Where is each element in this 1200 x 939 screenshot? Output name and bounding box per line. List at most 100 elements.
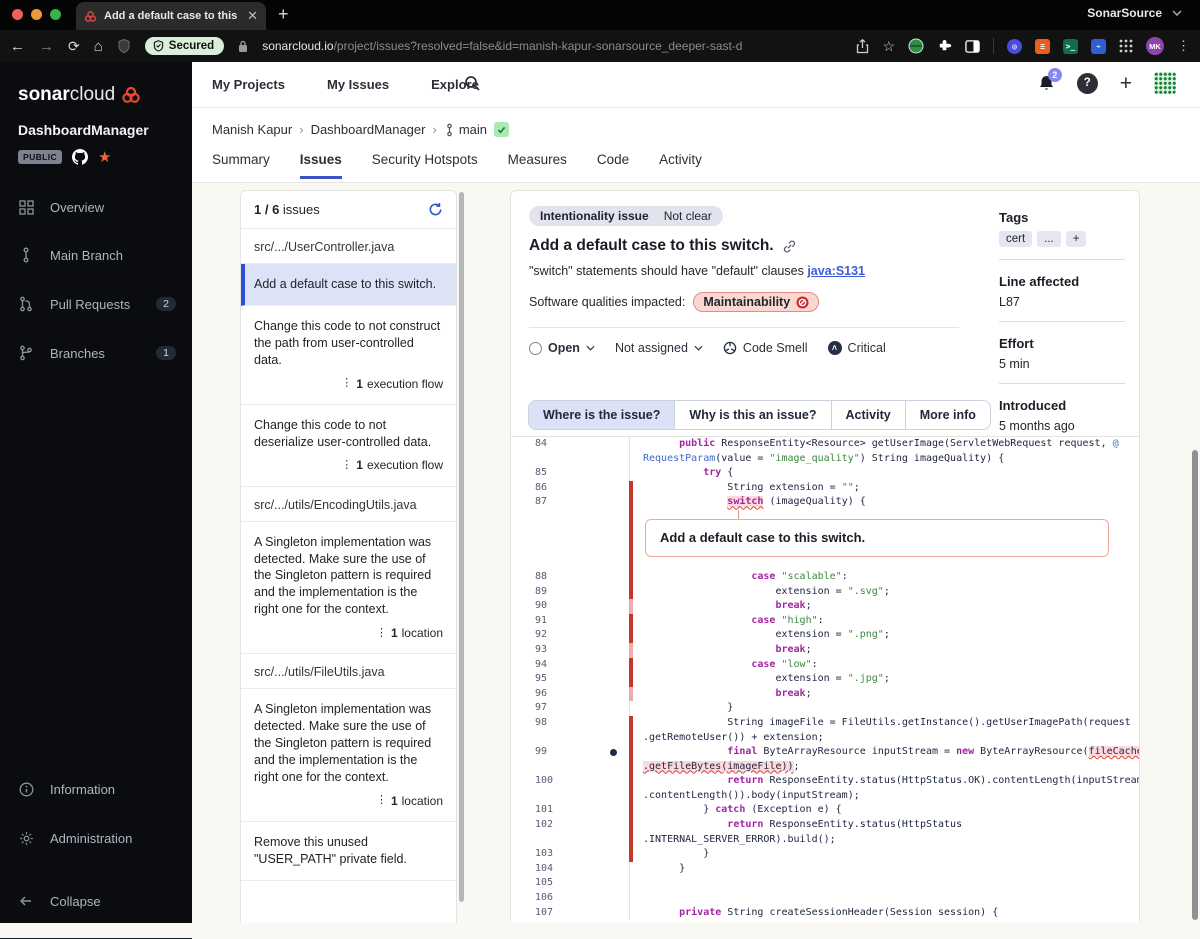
issue-locations-meta[interactable]: ⋮ 1 execution flow <box>254 457 443 473</box>
detail-tab-more-info[interactable]: More info <box>906 401 990 429</box>
code-gutter[interactable]: 93 <box>511 643 629 658</box>
browser-menu-icon[interactable]: ⋮ <box>1177 38 1190 54</box>
code-text[interactable]: } catch (Exception e) { <box>633 803 1139 818</box>
code-text[interactable]: return ResponseEntity.status(HttpStatus <box>633 818 1139 833</box>
code-text[interactable]: case "low": <box>633 658 1139 673</box>
tag-pill[interactable]: cert <box>999 231 1033 247</box>
code-text[interactable]: String extension = ""; <box>633 481 1139 496</box>
branch-selector[interactable]: main <box>444 122 487 137</box>
url-text[interactable]: sonarcloud.io/project/issues?resolved=fa… <box>262 39 742 53</box>
code-gutter[interactable]: 94 <box>511 658 629 673</box>
reload-issues-icon[interactable] <box>428 202 443 217</box>
issue-list-item[interactable]: Change this code to not deserialize user… <box>241 405 456 487</box>
code-text[interactable]: break; <box>633 687 1139 702</box>
tab-code[interactable]: Code <box>597 152 629 179</box>
issue-list-item[interactable]: Add a default case to this switch. <box>241 264 456 306</box>
code-text[interactable]: extension = ".svg"; <box>633 585 1139 600</box>
assignee-dropdown[interactable]: Not assigned <box>615 341 703 355</box>
nav-my-projects[interactable]: My Projects <box>212 77 285 92</box>
code-gutter[interactable]: 99 <box>511 745 629 760</box>
code-text[interactable]: case "high": <box>633 614 1139 629</box>
sidebar-item-administration[interactable]: Administration <box>0 821 192 855</box>
page-scrollbar[interactable] <box>1192 450 1198 920</box>
add-tag-button[interactable]: + <box>1065 231 1087 247</box>
share-icon[interactable] <box>856 38 869 54</box>
tag-pill[interactable]: ... <box>1037 231 1061 247</box>
forward-icon[interactable]: → <box>39 39 54 54</box>
apps-grid-icon[interactable] <box>1119 39 1133 53</box>
code-text[interactable]: .contentLength()).body(inputStream); <box>633 789 1139 804</box>
code-gutter[interactable] <box>511 833 629 848</box>
sonarcloud-logo[interactable]: sonarcloud <box>18 84 141 106</box>
issue-locations-meta[interactable]: ⋮ 1 location <box>254 793 443 809</box>
notifications-bell[interactable]: 2 <box>1038 68 1062 92</box>
code-gutter[interactable] <box>511 789 629 804</box>
issue-list-item[interactable]: Change this code to not construct the pa… <box>241 306 456 405</box>
code-text[interactable]: } <box>633 847 1139 862</box>
extension-green-icon[interactable] <box>908 38 924 54</box>
status-dropdown[interactable]: Open <box>529 341 595 355</box>
code-text[interactable]: } <box>633 701 1139 716</box>
code-gutter[interactable] <box>511 510 629 570</box>
code-gutter[interactable]: 87 <box>511 495 629 510</box>
code-text[interactable]: switch (imageQuality) { <box>633 495 1139 510</box>
code-gutter[interactable]: 89 <box>511 585 629 600</box>
code-gutter[interactable] <box>511 731 629 746</box>
favorite-star-icon[interactable]: ★ <box>98 148 111 166</box>
code-text[interactable]: .getFileBytes(imageFile)); <box>633 760 1139 775</box>
rule-link[interactable]: java:S131 <box>807 264 865 278</box>
code-text[interactable] <box>633 876 1139 891</box>
code-gutter[interactable]: 90 <box>511 599 629 614</box>
code-text[interactable]: final ByteArrayResource inputStream = ne… <box>633 745 1139 760</box>
extensions-puzzle-icon[interactable] <box>937 39 952 54</box>
code-gutter[interactable] <box>511 760 629 775</box>
org-avatar[interactable] <box>1154 72 1176 94</box>
code-text[interactable] <box>633 891 1139 906</box>
browser-tab[interactable]: Add a default case to this swi ✕ <box>76 2 266 30</box>
new-tab-button[interactable]: + <box>278 4 289 25</box>
code-gutter[interactable]: 92 <box>511 628 629 643</box>
github-icon[interactable] <box>72 149 89 165</box>
code-gutter[interactable]: 98 <box>511 716 629 731</box>
side-panel-icon[interactable] <box>965 39 980 54</box>
code-text[interactable]: public ResponseEntity<Resource> getUserI… <box>633 437 1139 452</box>
detail-tab-why-is-this-an-issue[interactable]: Why is this an issue? <box>675 401 832 429</box>
secured-badge[interactable]: Secured <box>144 37 225 55</box>
code-gutter[interactable]: 97 <box>511 701 629 716</box>
tab-security-hotspots[interactable]: Security Hotspots <box>372 152 478 179</box>
code-gutter[interactable]: 85 <box>511 466 629 481</box>
bookmark-star-icon[interactable]: ☆ <box>882 38 895 55</box>
code-gutter[interactable]: 102 <box>511 818 629 833</box>
help-button[interactable]: ? <box>1076 72 1098 94</box>
traffic-light-close[interactable] <box>12 9 23 20</box>
issue-list-item[interactable]: Remove this unused "USER_PATH" private f… <box>241 822 456 881</box>
code-gutter[interactable]: 86 <box>511 481 629 496</box>
code-gutter[interactable]: 105 <box>511 876 629 891</box>
code-text[interactable]: .getRemoteUser()) + extension; <box>633 731 1139 746</box>
code-gutter[interactable]: 84 <box>511 437 629 452</box>
issue-list-item[interactable]: A Singleton implementation was detected.… <box>241 689 456 822</box>
extension-orange-icon[interactable]: ≡ <box>1035 38 1050 54</box>
code-text[interactable]: .INTERNAL_SERVER_ERROR).build(); <box>633 833 1139 848</box>
traffic-light-minimize[interactable] <box>31 9 42 20</box>
code-text[interactable]: extension = ".png"; <box>633 628 1139 643</box>
code-gutter[interactable]: 104 <box>511 862 629 877</box>
detail-tab-activity[interactable]: Activity <box>832 401 906 429</box>
refresh-icon[interactable]: ⟳ <box>68 39 80 53</box>
sidebar-item-main-branch[interactable]: Main Branch <box>0 238 192 272</box>
code-text[interactable]: String imageFile = FileUtils.getInstance… <box>633 716 1139 731</box>
code-gutter[interactable]: 91 <box>511 614 629 629</box>
extension-terminal-icon[interactable]: >_ <box>1063 38 1078 54</box>
code-gutter[interactable]: 106 <box>511 891 629 906</box>
sidebar-item-branches[interactable]: Branches 1 <box>0 336 192 370</box>
code-text[interactable]: break; <box>633 643 1139 658</box>
breadcrumb-project[interactable]: DashboardManager <box>311 122 426 137</box>
tab-close-icon[interactable]: ✕ <box>247 8 258 24</box>
search-icon[interactable] <box>464 75 481 92</box>
code-text[interactable]: private String createSessionHeader(Sessi… <box>633 906 1139 921</box>
user-avatar[interactable]: MK <box>1146 37 1164 55</box>
create-plus-button[interactable]: + <box>1120 73 1132 94</box>
nav-my-issues[interactable]: My Issues <box>327 77 389 92</box>
home-icon[interactable]: ⌂ <box>94 39 103 54</box>
code-text[interactable]: RequestParam(value = "image_quality") St… <box>633 452 1139 467</box>
